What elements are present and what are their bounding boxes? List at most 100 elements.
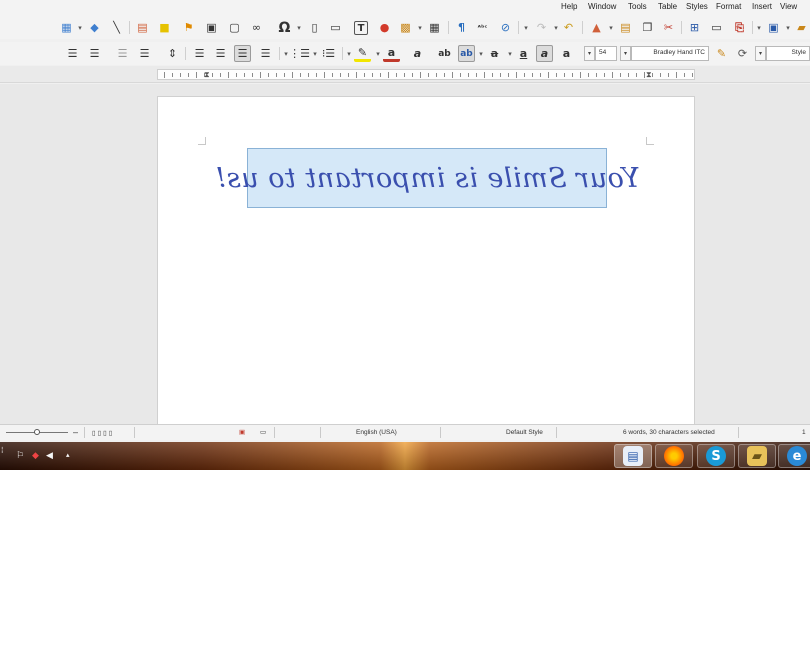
highlight-icon[interactable]: ✎ [354, 45, 371, 62]
indent-marker[interactable]: ⧗ [204, 70, 210, 80]
menu-insert[interactable]: Insert [752, 2, 772, 11]
print-preview-icon[interactable]: ⊞ [686, 19, 703, 36]
indent-marker[interactable]: ⧗ [646, 70, 652, 80]
update-style-icon[interactable]: ⟳ [734, 45, 751, 62]
line-spacing-icon[interactable]: ⇕ [164, 45, 181, 62]
numbering-icon[interactable]: ⋮☰ [289, 45, 310, 62]
menu-window[interactable]: Window [588, 2, 616, 11]
bullets-list-icon[interactable]: ⁝☰ [320, 45, 337, 62]
document-page[interactable]: Your Smile is important to us! [157, 96, 695, 424]
chevron-down-icon[interactable]: ▾ [77, 19, 83, 36]
menu-view[interactable]: View [780, 2, 797, 11]
status-page-style[interactable]: Default Style [506, 429, 543, 436]
font-size-dropdown[interactable]: ▾ [584, 46, 595, 61]
clear-formatting-icon[interactable]: a [409, 45, 426, 62]
save-icon[interactable]: ▣ [765, 19, 782, 36]
find-replace-icon[interactable]: ⊘ [497, 19, 514, 36]
insert-chart-icon[interactable]: ▤ [134, 19, 151, 36]
note-icon[interactable]: ■ [156, 19, 173, 36]
chevron-down-icon[interactable]: ▾ [375, 45, 381, 62]
menu-table[interactable]: Table [658, 2, 677, 11]
shadow-icon[interactable]: ab [436, 45, 453, 62]
volume-icon[interactable]: ◀ [46, 451, 53, 461]
chevron-down-icon[interactable]: ▾ [608, 19, 614, 36]
bullets-icon[interactable]: ☰ [257, 45, 274, 62]
font-size-field[interactable]: 54 [595, 46, 617, 61]
document-text[interactable]: Your Smile is important to us! [215, 163, 640, 194]
taskbar-firefox[interactable] [655, 444, 693, 468]
chevron-down-icon[interactable]: ▾ [296, 19, 302, 36]
clock-icon[interactable]: ¦ [1, 446, 3, 454]
insert-table-icon[interactable]: ▦ [426, 19, 443, 36]
taskbar-skype[interactable]: S [697, 444, 735, 468]
undo-icon[interactable]: ↶ [560, 19, 577, 36]
menu-format[interactable]: Format [716, 2, 741, 11]
status-language[interactable]: English (USA) [356, 429, 397, 436]
new-style-icon[interactable]: ✎ [713, 45, 730, 62]
hyperlink-icon[interactable]: ∞ [248, 19, 265, 36]
document-modified-icon[interactable]: ▭ [260, 428, 266, 436]
show-hidden-icons-icon[interactable]: ▴ [66, 451, 70, 459]
taskbar-writer[interactable]: ▤ [614, 444, 652, 468]
network-icon[interactable]: ◆ [32, 451, 39, 461]
paste-icon[interactable]: ▲ [588, 19, 605, 36]
outdent-icon[interactable]: ☰ [234, 45, 251, 62]
paragraph-style-dropdown[interactable]: ▾ [755, 46, 766, 61]
insert-field-icon[interactable]: ▯ [306, 19, 323, 36]
chevron-down-icon[interactable]: ▾ [523, 19, 529, 36]
taskbar-explorer[interactable]: ▰ [738, 444, 776, 468]
horizontal-ruler[interactable]: ⧗ ⧗ [157, 69, 695, 80]
text-selection[interactable]: Your Smile is important to us! [215, 148, 639, 208]
chevron-down-icon[interactable]: ▾ [553, 19, 559, 36]
copy-icon[interactable]: ❐ [639, 19, 656, 36]
line-icon[interactable]: ╲ [108, 19, 125, 36]
cross-reference-icon[interactable]: ▣ [203, 19, 220, 36]
image-icon[interactable]: ▩ [397, 19, 414, 36]
chevron-down-icon[interactable]: ▾ [756, 19, 762, 36]
zoom-out-icon[interactable]: – [73, 427, 78, 437]
align-center-icon[interactable]: ☰ [86, 45, 103, 62]
chevron-down-icon[interactable]: ▾ [785, 19, 791, 36]
menu-help[interactable]: Help [561, 2, 577, 11]
italic-icon[interactable]: a [536, 45, 553, 62]
special-character-icon[interactable]: Ω [276, 19, 293, 36]
open-icon[interactable]: ▰ [793, 19, 810, 36]
font-name-dropdown[interactable]: ▾ [620, 46, 631, 61]
menu-styles[interactable]: Styles [686, 2, 708, 11]
paragraph-spacing-icon[interactable]: ☰ [191, 45, 208, 62]
strikethrough-icon[interactable]: a [486, 45, 503, 62]
insert-image-icon[interactable]: ▦ [58, 19, 75, 36]
taskbar-ie[interactable]: e [778, 444, 810, 468]
font-color-icon[interactable]: a [383, 45, 400, 62]
font-name-field[interactable]: Bradley Hand ITC [631, 46, 709, 61]
chevron-down-icon[interactable]: ▾ [507, 45, 513, 62]
align-right-icon[interactable]: ☰ [64, 45, 81, 62]
export-pdf-icon[interactable]: ⎘ [731, 19, 748, 36]
chevron-down-icon[interactable]: ▾ [417, 19, 423, 36]
justify-icon[interactable]: ☰ [136, 45, 153, 62]
print-icon[interactable]: ▭ [708, 19, 725, 36]
insert-chart-pie-icon[interactable]: ● [376, 19, 393, 36]
zoom-slider-handle[interactable] [34, 429, 40, 435]
formatting-marks-icon[interactable]: ¶ [453, 19, 470, 36]
bookmark-icon[interactable]: ⚑ [180, 19, 197, 36]
chevron-down-icon[interactable]: ▾ [312, 45, 318, 62]
redo-icon[interactable]: ↷ [533, 19, 550, 36]
spelling-icon[interactable]: ᴬᵇᶜ [474, 19, 491, 36]
bold-icon[interactable]: a [558, 45, 575, 62]
action-center-icon[interactable]: ⚐ [16, 451, 24, 461]
text-box-icon[interactable]: T [354, 21, 368, 35]
cut-icon[interactable]: ✂ [660, 19, 677, 36]
menu-tools[interactable]: Tools [628, 2, 647, 11]
comment-icon[interactable]: ▢ [226, 19, 243, 36]
subscript-icon[interactable]: ab [458, 45, 475, 62]
underline-icon[interactable]: a [515, 45, 532, 62]
chevron-down-icon[interactable]: ▾ [346, 45, 352, 62]
clone-formatting-icon[interactable]: ▤ [617, 19, 634, 36]
align-left-icon[interactable]: ☰ [114, 45, 131, 62]
digital-signature-icon[interactable]: ▣ [239, 428, 245, 436]
indent-icon[interactable]: ☰ [212, 45, 229, 62]
view-layout-icon[interactable]: ▯▯▯▯ [92, 429, 114, 437]
insert-frame-icon[interactable]: ▭ [327, 19, 344, 36]
chevron-down-icon[interactable]: ▾ [478, 45, 484, 62]
